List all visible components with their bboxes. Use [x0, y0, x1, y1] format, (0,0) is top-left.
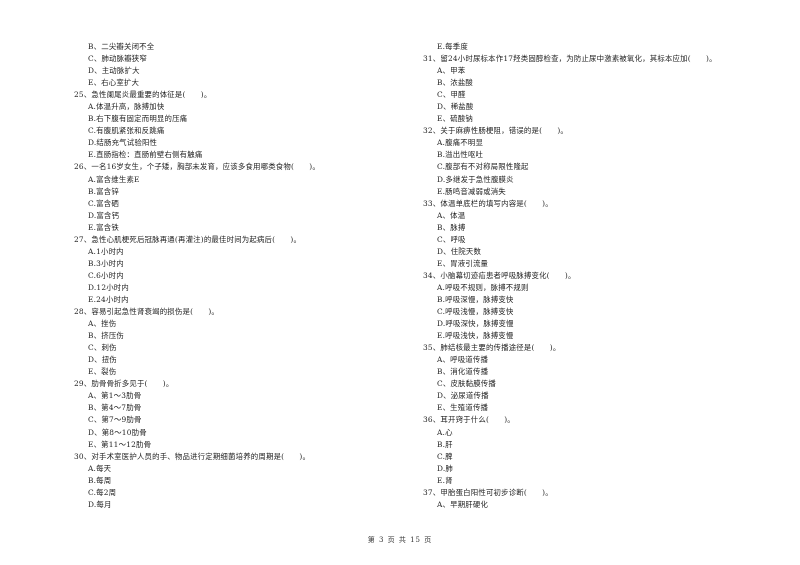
answer-option: E、第11～12肋骨	[88, 439, 152, 449]
answer-option: E.富含铁	[88, 222, 119, 232]
answer-option: B、浓盐酸	[437, 78, 473, 88]
answer-option: C、肺动脉瓣狭窄	[88, 54, 147, 64]
answer-option: C.富含硒	[88, 198, 119, 208]
question-stem: 35、肺结核最主要的传播途径是( )。	[423, 343, 561, 353]
answer-option: A、呼吸道传播	[437, 355, 489, 365]
answer-option: E、胃液引流量	[437, 258, 489, 268]
question-stem: 30、对手术室医护人员的手、物品进行定期细菌培养的周期是( )。	[74, 451, 311, 461]
answer-option: A.富含维生素E	[88, 174, 140, 184]
answer-option: C、呼吸	[437, 234, 466, 244]
answer-option: C.呼吸浅慢，脉搏变快	[437, 307, 514, 317]
question-stem: 36、耳开窍于什么( )。	[423, 415, 515, 425]
answer-option: A、早期肝硬化	[437, 499, 489, 509]
answer-option: E.肾	[437, 475, 453, 485]
answer-option: B.富含锌	[88, 186, 119, 196]
answer-option: B、第4～7肋骨	[88, 403, 142, 413]
question-stem: 34、小脑幕切迹疝患者呼吸脉搏变化( )。	[423, 270, 576, 280]
answer-option: B、消化道传播	[437, 367, 489, 377]
answer-option: D.结肠充气试验阳性	[88, 138, 158, 148]
answer-option: B、挤压伤	[88, 331, 124, 341]
question-stem: 32、关于麻痹性肠梗阻，错误的是( )。	[423, 126, 569, 136]
question-stem: 29、肋骨骨折多见于( )。	[74, 379, 174, 389]
page-footer: 第 3 页 共 15 页	[367, 536, 433, 544]
answer-option: E、生殖道传播	[437, 403, 489, 413]
answer-option: A、体温	[437, 210, 466, 220]
answer-option: D.每月	[88, 499, 112, 509]
answer-option: D、主动脉扩大	[88, 66, 140, 76]
answer-option: C、第7～9肋骨	[88, 415, 142, 425]
answer-option: C、刺伤	[88, 343, 117, 353]
answer-option: C.6小时内	[88, 270, 124, 280]
answer-option: C.有腹肌紧张和反跳痛	[88, 126, 165, 136]
answer-option: C、甲醛	[437, 90, 466, 100]
question-stem: 25、急性阑尾炎最重要的体征是( )。	[74, 90, 212, 100]
answer-option: A、甲苯	[437, 66, 466, 76]
question-stem: 31、留24小时尿标本作17羟类固醇检查，为防止尿中激素被氧化，其标本应加( )…	[423, 54, 717, 64]
answer-option: B.溢出性呕吐	[437, 150, 484, 160]
question-stem: 26、一名16岁女生，个子矮，胸部未发育，应该多食用哪类食物( )。	[74, 162, 320, 172]
answer-option: A.呼吸不规则，脉搏不规则	[437, 282, 529, 292]
question-stem: 37、甲胎蛋白阳性可初步诊断( )。	[423, 487, 553, 497]
answer-option: C.腹部有不对称局限性隆起	[437, 162, 529, 172]
answer-option: C.每2周	[88, 487, 117, 497]
answer-option: B、脉搏	[437, 222, 466, 232]
question-stem: 27、急性心肌梗死后冠脉再通(再灌注)的最佳时间为起病后( )。	[74, 234, 302, 244]
answer-option: D.12小时内	[88, 282, 129, 292]
answer-option: E.24小时内	[88, 294, 129, 304]
answer-option: D、稀盐酸	[437, 102, 474, 112]
answer-option: B.右下腹有固定而明显的压痛	[88, 114, 188, 124]
answer-option: D、扭伤	[88, 355, 117, 365]
right-column: E.每季度 31、留24小时尿标本作17羟类固醇检查，为防止尿中激素被氧化，其标本…	[423, 41, 763, 511]
answer-option: D.呼吸深快，脉搏变慢	[437, 319, 514, 329]
answer-option: A.1小时内	[88, 246, 124, 256]
answer-option: D.肺	[437, 463, 454, 473]
answer-option: B.肝	[437, 439, 453, 449]
answer-option: E、裂伤	[88, 367, 117, 377]
answer-option: D、第8～10肋骨	[88, 427, 147, 437]
answer-option: B.每周	[88, 475, 112, 485]
answer-option: A.心	[437, 427, 453, 437]
answer-option: E.每季度	[437, 42, 468, 51]
question-stem: 33、体温单底栏的填写内容是( )。	[423, 198, 553, 208]
question-stem: 28、容易引起急性肾衰竭的损伤是( )。	[74, 307, 220, 317]
answer-option: D、住院天数	[437, 246, 482, 256]
answer-option: A.每天	[88, 463, 112, 473]
answer-option: E.肠鸣音减弱或消失	[437, 186, 506, 196]
answer-option: A、第1～3肋骨	[88, 391, 142, 401]
answer-option: E.直肠指检：直肠前壁右侧有触痛	[88, 150, 203, 160]
answer-option: A、挫伤	[88, 319, 117, 329]
answer-option: C.脾	[437, 451, 453, 461]
answer-option: E.呼吸浅快，脉搏变慢	[437, 331, 514, 341]
answer-option: B.呼吸深慢，脉搏变快	[437, 294, 514, 304]
answer-option: D.多继发于急性腹膜炎	[437, 174, 514, 184]
answer-option: A.腹痛不明显	[437, 138, 484, 148]
left-column: B、二尖瓣关闭不全 C、肺动脉瓣狭窄 D、主动脉扩大 E、右心室扩大 25、急性阑尾炎最…	[74, 41, 414, 511]
answer-option: B、二尖瓣关闭不全	[88, 42, 155, 51]
answer-option: E、右心室扩大	[88, 78, 140, 88]
answer-option: A.体温升高，脉搏加快	[88, 102, 165, 112]
answer-option: D、泌尿道传播	[437, 391, 489, 401]
answer-option: C、皮肤黏膜传播	[437, 379, 496, 389]
answer-option: E、硫酸钠	[437, 114, 473, 124]
answer-option: D.富含钙	[88, 210, 120, 220]
answer-option: B.3小时内	[88, 258, 124, 268]
